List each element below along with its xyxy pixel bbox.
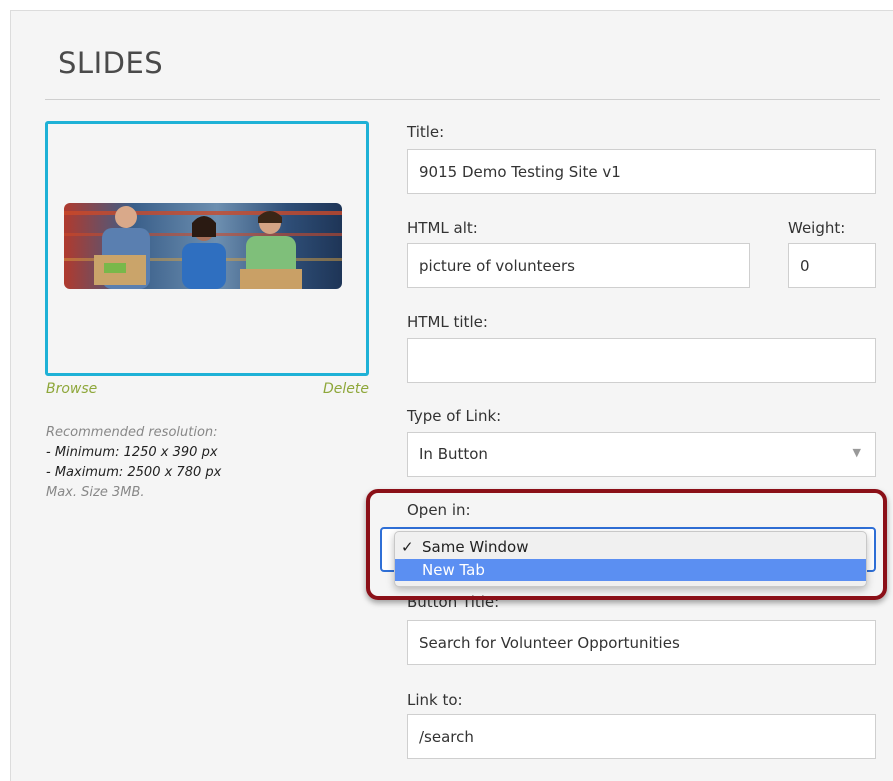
page-title: SLIDES	[58, 46, 164, 80]
dropdown-option-new-tab[interactable]: New Tab	[395, 559, 866, 581]
button-title-input[interactable]	[407, 620, 876, 665]
button-title-label: Button Title:	[407, 593, 500, 611]
type-of-link-select[interactable]: In Button ▼	[407, 432, 876, 477]
type-of-link-value: In Button	[419, 445, 488, 463]
link-to-label: Link to:	[407, 691, 463, 709]
recommended-resolution-label: Recommended resolution:	[46, 425, 218, 440]
checkmark-icon: ✓	[401, 538, 414, 556]
dropdown-option-label: New Tab	[422, 561, 485, 579]
title-input[interactable]	[407, 149, 876, 194]
title-label: Title:	[407, 123, 445, 141]
maximum-resolution-label: - Maximum: 2500 x 780 px	[46, 465, 222, 480]
html-alt-label: HTML alt:	[407, 219, 478, 237]
dropdown-option-label: Same Window	[422, 538, 529, 556]
type-of-link-label: Type of Link:	[407, 407, 502, 425]
minimum-resolution-label: - Minimum: 1250 x 390 px	[46, 445, 218, 460]
title-divider	[45, 99, 880, 100]
browse-link[interactable]: Browse	[46, 381, 97, 397]
weight-input[interactable]	[788, 243, 876, 288]
open-in-label: Open in:	[407, 501, 471, 519]
weight-label: Weight:	[788, 219, 846, 237]
chevron-down-icon: ▼	[852, 446, 861, 459]
dropdown-option-same-window[interactable]: ✓ Same Window	[395, 536, 866, 558]
slide-image-dropzone[interactable]	[45, 121, 369, 376]
html-title-input[interactable]	[407, 338, 876, 383]
open-in-dropdown-menu: ✓ Same Window New Tab	[394, 531, 867, 587]
slide-image	[64, 203, 342, 289]
delete-link[interactable]: Delete	[323, 381, 369, 397]
html-alt-input[interactable]	[407, 243, 750, 288]
link-to-input[interactable]	[407, 714, 876, 759]
html-title-label: HTML title:	[407, 313, 488, 331]
max-size-label: Max. Size 3MB.	[46, 485, 145, 500]
